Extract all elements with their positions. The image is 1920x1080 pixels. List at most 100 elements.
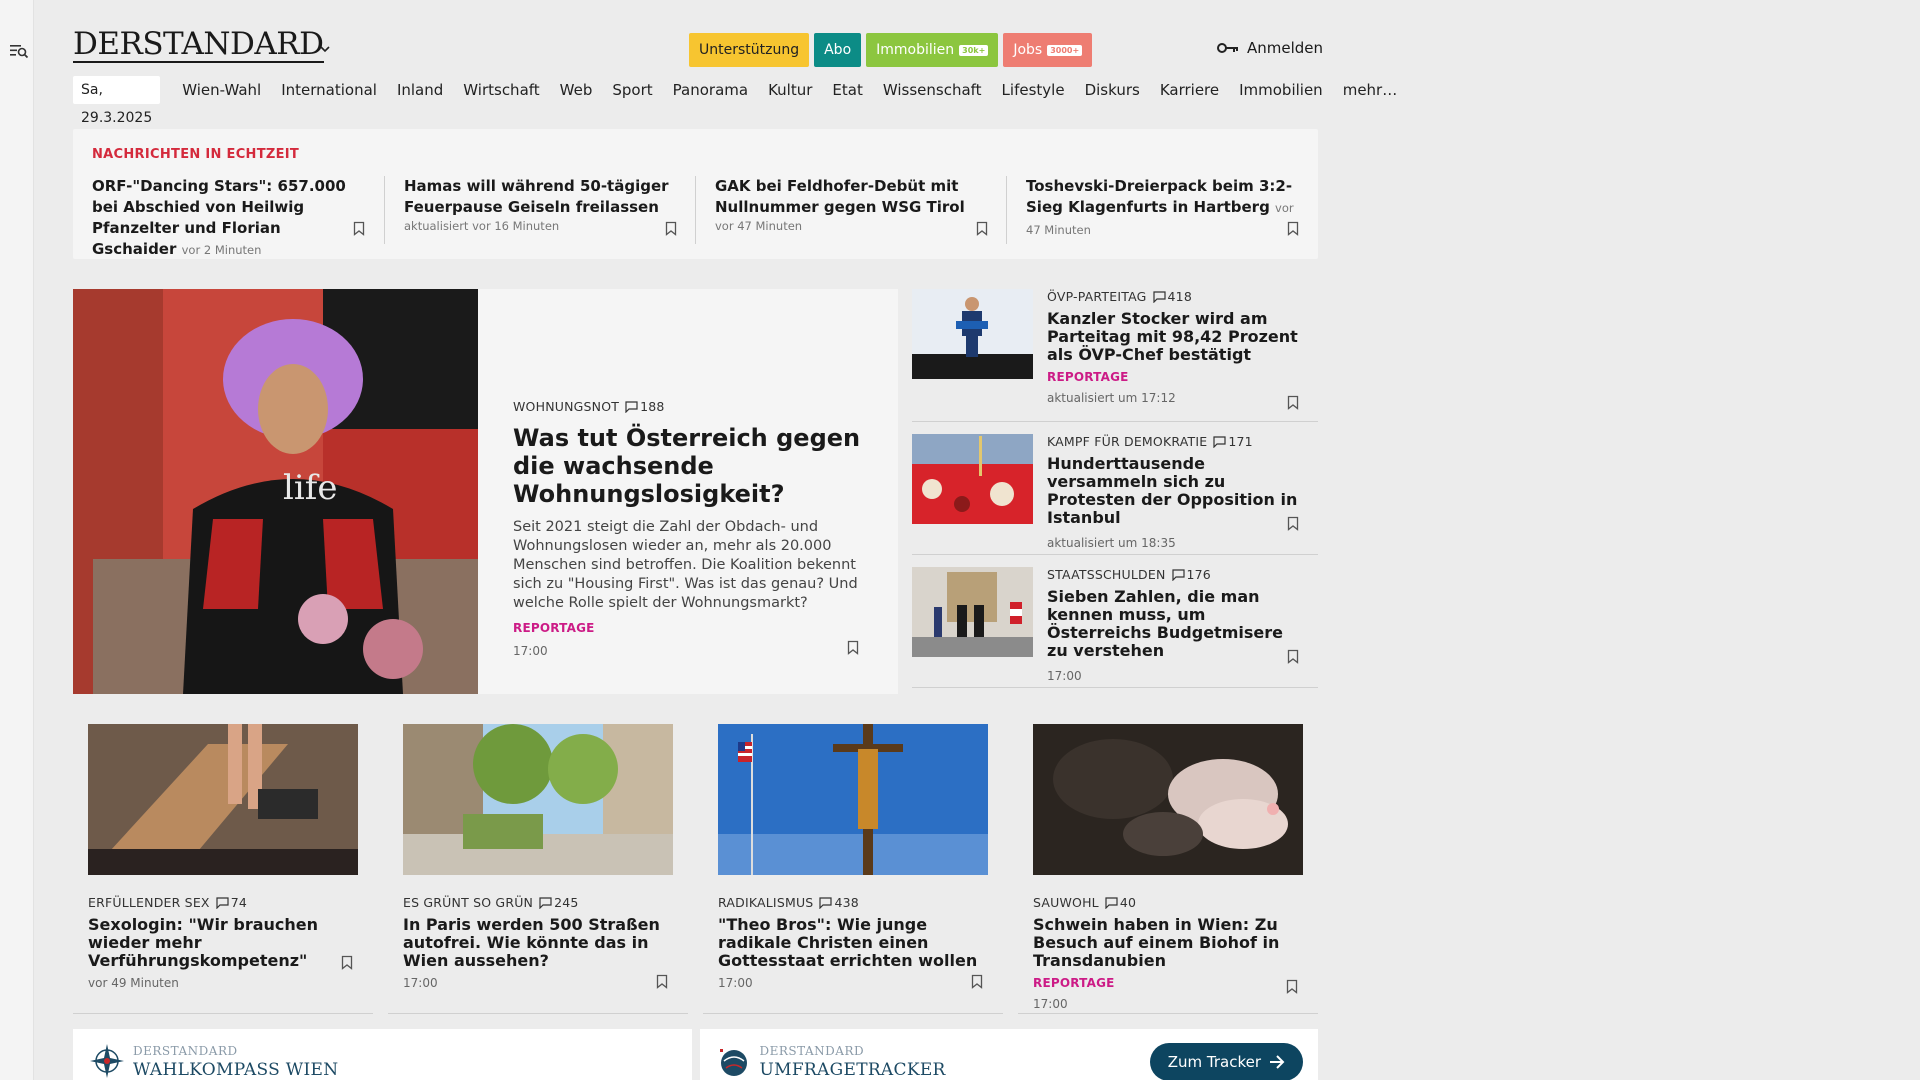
side-tag: REPORTAGE — [1047, 370, 1129, 384]
jobs-label: Jobs — [1013, 42, 1043, 58]
bookmark-icon[interactable] — [665, 221, 677, 236]
bookmark-icon[interactable] — [971, 974, 983, 989]
search-list-icon[interactable] — [9, 42, 29, 60]
comment-icon — [1171, 568, 1185, 581]
compass-icon — [90, 1044, 124, 1078]
bookmark-icon[interactable] — [656, 974, 668, 989]
nav-item-sport[interactable]: Sport — [602, 81, 662, 99]
nav-item-wissenschaft[interactable]: Wissenschaft — [873, 81, 992, 99]
side-kicker: KAMPF FÜR DEMOKRATIE 171 — [1047, 434, 1307, 449]
side-article[interactable]: ÖVP-PARTEITAG 418 Kanzler Stocker wird a… — [912, 289, 1318, 422]
article-cards: ERFÜLLENDER SEX 74 Sexologin: "Wir brauc… — [73, 709, 1318, 1014]
bookmark-icon[interactable] — [1287, 516, 1299, 531]
live-time: vor 2 Minuten — [181, 243, 262, 257]
card-comments[interactable]: 245 — [539, 895, 578, 910]
nav-item-panorama[interactable]: Panorama — [663, 81, 758, 99]
jobs-count-badge: 3000+ — [1047, 44, 1083, 56]
bookmark-icon[interactable] — [341, 955, 353, 970]
card-kicker-label: SAUWOHL — [1033, 895, 1099, 910]
hero-comments[interactable]: 188 — [625, 399, 664, 414]
nav-item-karriere[interactable]: Karriere — [1150, 81, 1229, 99]
side-article-image[interactable] — [912, 289, 1033, 379]
wahlkompass-banner[interactable]: DERSTANDARD WAHLKOMPASS WIEN — [73, 1029, 692, 1080]
hero-article[interactable]: life WOHNUNGSNOT 188 Was tut Österreich … — [73, 289, 898, 694]
card-kicker-label: ERFÜLLENDER SEX — [88, 895, 210, 910]
live-headline[interactable]: Toshevski-Dreierpack beim 3:2-Sieg Klage… — [1026, 177, 1292, 216]
side-article-image[interactable] — [912, 567, 1033, 657]
bookmark-icon[interactable] — [1287, 395, 1299, 410]
immobilien-button[interactable]: Immobilien 30k+ — [866, 33, 999, 67]
side-comments[interactable]: 176 — [1171, 567, 1211, 582]
side-article[interactable]: KAMPF FÜR DEMOKRATIE 171 Hunderttausende… — [912, 434, 1318, 555]
article-card[interactable]: ES GRÜNT SO GRÜN 245 In Paris werden 500… — [388, 709, 688, 1014]
card-comment-count: 74 — [230, 895, 247, 910]
bookmark-icon[interactable] — [847, 640, 859, 655]
side-comments[interactable]: 418 — [1152, 289, 1192, 304]
side-headline[interactable]: Hunderttausende versammeln sich zu Prote… — [1047, 455, 1307, 527]
card-comments[interactable]: 438 — [819, 895, 859, 910]
article-card[interactable]: RADIKALISMUS 438 "Theo Bros": Wie junge … — [703, 709, 1003, 1014]
live-headline[interactable]: Hamas will während 50-tägiger Feuerpause… — [404, 177, 669, 216]
nav-item-wien-wahl[interactable]: Wien-Wahl — [172, 81, 271, 99]
card-image[interactable] — [403, 724, 673, 875]
banner-title: UMFRAGETRACKER — [759, 1060, 946, 1080]
key-icon — [1217, 43, 1238, 53]
feature-banners: DERSTANDARD WAHLKOMPASS WIEN DERSTANDARD… — [73, 1029, 1318, 1080]
nav-item-inland[interactable]: Inland — [387, 81, 453, 99]
live-news-item[interactable]: Toshevski-Dreierpack beim 3:2-Sieg Klage… — [1006, 176, 1317, 244]
card-headline[interactable]: Schwein haben in Wien: Zu Besuch auf ein… — [1033, 916, 1303, 970]
live-news-item[interactable]: ORF-"Dancing Stars": 657.000 bei Abschie… — [73, 176, 384, 258]
nav-item-wirtschaft[interactable]: Wirtschaft — [453, 81, 549, 99]
bookmark-icon[interactable] — [1287, 221, 1299, 236]
hero-kicker: WOHNUNGSNOT 188 — [513, 399, 868, 414]
nav-item-lifestyle[interactable]: Lifestyle — [992, 81, 1075, 99]
login-label: Anmelden — [1247, 39, 1324, 57]
hero-headline[interactable]: Was tut Österreich gegen die wachsende W… — [513, 424, 868, 508]
card-image[interactable] — [718, 724, 988, 875]
card-image[interactable] — [88, 724, 358, 875]
bookmark-icon[interactable] — [1286, 979, 1298, 994]
card-tag: REPORTAGE — [1033, 976, 1115, 990]
card-comments[interactable]: 74 — [216, 895, 247, 910]
nav-item-etat[interactable]: Etat — [822, 81, 872, 99]
umfragetracker-banner[interactable]: DERSTANDARD UMFRAGETRACKER Zum Tracker — [699, 1029, 1318, 1080]
nav-item-diskurs[interactable]: Diskurs — [1075, 81, 1150, 99]
bookmark-icon[interactable] — [976, 221, 988, 236]
nav-item-web[interactable]: Web — [550, 81, 603, 99]
chevron-down-icon[interactable] — [318, 42, 332, 56]
live-news-title: NACHRICHTEN IN ECHTZEIT — [92, 147, 300, 162]
nav-item-international[interactable]: International — [271, 81, 387, 99]
card-headline[interactable]: "Theo Bros": Wie junge radikale Christen… — [718, 916, 988, 970]
nav-item-kultur[interactable]: Kultur — [758, 81, 822, 99]
article-card[interactable]: SAUWOHL 40 Schwein haben in Wien: Zu Bes… — [1018, 709, 1318, 1014]
site-logo[interactable]: DERSTANDARD — [73, 29, 324, 63]
tracker-button[interactable]: Zum Tracker — [1149, 1043, 1303, 1080]
live-news-item[interactable]: GAK bei Feldhofer-Debüt mit Nullnummer g… — [695, 176, 1006, 244]
card-image[interactable] — [1033, 724, 1303, 875]
abo-button[interactable]: Abo — [814, 33, 862, 67]
side-article[interactable]: STAATSSCHULDEN 176 Sieben Zahlen, die ma… — [912, 567, 1318, 688]
bookmark-icon[interactable] — [353, 221, 365, 236]
bookmark-icon[interactable] — [1287, 649, 1299, 664]
live-headline[interactable]: GAK bei Feldhofer-Debüt mit Nullnummer g… — [715, 177, 965, 216]
nav-item-more[interactable]: mehr… — [1333, 81, 1408, 99]
side-headline[interactable]: Sieben Zahlen, die man kennen muss, um Ö… — [1047, 588, 1307, 660]
live-news-item[interactable]: Hamas will während 50-tägiger Feuerpause… — [384, 176, 695, 244]
nav-item-immobilien[interactable]: Immobilien — [1229, 81, 1333, 99]
hero-image[interactable]: life — [73, 289, 478, 694]
jobs-button[interactable]: Jobs 3000+ — [1003, 33, 1093, 67]
side-article-image[interactable] — [912, 434, 1033, 524]
side-comments[interactable]: 171 — [1213, 434, 1253, 449]
article-card[interactable]: ERFÜLLENDER SEX 74 Sexologin: "Wir brauc… — [73, 709, 373, 1014]
login-button[interactable]: Anmelden — [1217, 39, 1323, 57]
card-headline[interactable]: Sexologin: "Wir brauchen wieder mehr Ver… — [88, 916, 358, 970]
side-headline[interactable]: Kanzler Stocker wird am Parteitag mit 98… — [1047, 310, 1307, 364]
card-headline[interactable]: In Paris werden 500 Straßen autofrei. Wi… — [403, 916, 673, 970]
comment-icon — [625, 400, 638, 413]
left-rail — [0, 0, 34, 1080]
card-comments[interactable]: 40 — [1105, 895, 1136, 910]
hero-tag: REPORTAGE — [513, 621, 595, 635]
support-button[interactable]: Unterstützung — [689, 33, 810, 67]
hero-text: WOHNUNGSNOT 188 Was tut Österreich gegen… — [513, 399, 868, 658]
comment-icon — [216, 896, 229, 909]
